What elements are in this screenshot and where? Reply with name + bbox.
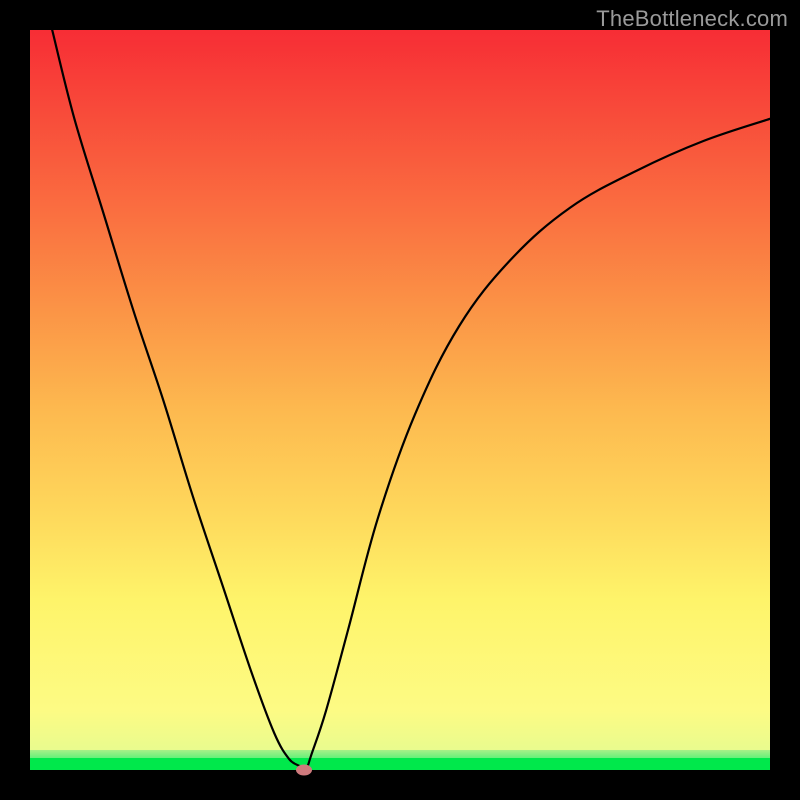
watermark-text: TheBottleneck.com: [596, 6, 788, 32]
bottleneck-curve: [30, 30, 770, 770]
chart-frame: TheBottleneck.com: [0, 0, 800, 800]
minimum-marker: [296, 765, 312, 776]
plot-area: [30, 30, 770, 770]
